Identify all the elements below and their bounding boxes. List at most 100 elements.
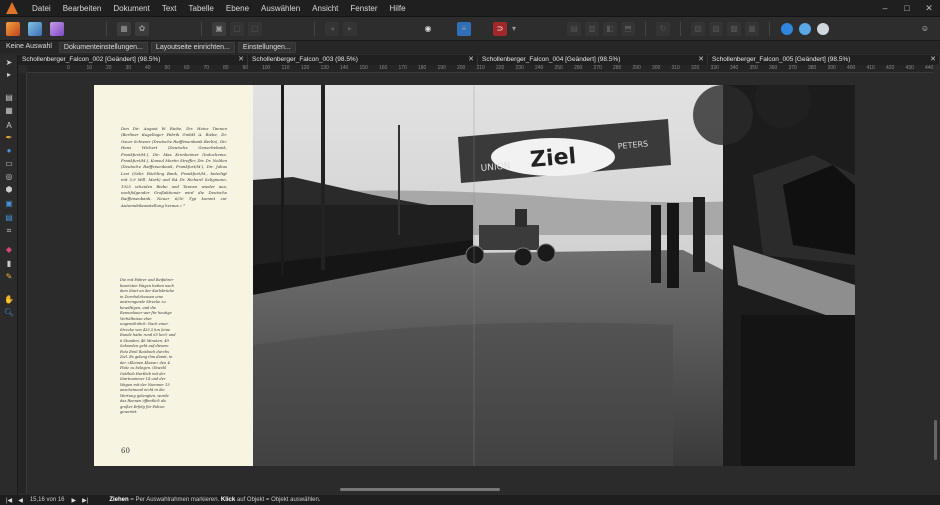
fill-tool-icon[interactable]: ◆ xyxy=(4,245,14,254)
close-icon[interactable]: ✕ xyxy=(238,55,244,65)
menu-bearbeiten[interactable]: Bearbeiten xyxy=(57,4,108,13)
color-picker-tool-icon[interactable]: ✎ xyxy=(4,272,14,281)
master-page-icon[interactable]: ▦ xyxy=(117,21,131,36)
frame-text-tool-icon[interactable]: ▤ xyxy=(4,93,14,102)
move-tool-icon[interactable]: ➤ xyxy=(4,58,14,67)
previous-page-button[interactable]: ◀ xyxy=(18,497,23,504)
boolean-int-icon[interactable]: ▩ xyxy=(727,21,741,36)
minimize-button[interactable]: – xyxy=(874,3,896,13)
ruler-label: 0 xyxy=(67,65,70,71)
vertical-ruler[interactable] xyxy=(18,73,27,493)
stroke-panel-icon[interactable] xyxy=(799,22,811,35)
insert-image-icon[interactable]: ▣ xyxy=(212,21,226,36)
maximize-button[interactable]: □ xyxy=(896,3,918,13)
menu-tabelle[interactable]: Tabelle xyxy=(183,4,220,13)
align-left-icon[interactable]: ▢ xyxy=(230,21,244,36)
page-indicator[interactable]: 15,16 von 16 xyxy=(30,497,65,503)
tab-title: Schollenberger_Falcon_005 [Geändert] (98… xyxy=(712,56,851,63)
photo-persona-icon[interactable] xyxy=(28,21,42,36)
horizontal-scrollbar[interactable] xyxy=(340,488,500,491)
ruler-label: 220 xyxy=(496,65,505,71)
designer-persona-icon[interactable] xyxy=(50,21,64,36)
publisher-persona-icon[interactable] xyxy=(6,21,20,36)
menu-ebene[interactable]: Ebene xyxy=(220,4,255,13)
flip-h-icon[interactable]: ◧ xyxy=(603,21,617,36)
ruler-label: 50 xyxy=(164,65,171,71)
distribute-icon[interactable]: ▥ xyxy=(585,21,599,36)
tab-document-004[interactable]: Schollenberger_Falcon_004 [Geändert] (98… xyxy=(478,55,708,65)
selection-status: Keine Auswahl xyxy=(6,43,52,50)
pencil-tool-icon[interactable]: ● xyxy=(4,146,14,155)
menu-dokument[interactable]: Dokument xyxy=(107,4,155,13)
close-window-button[interactable]: ✕ xyxy=(918,3,940,14)
ruler-label: 360 xyxy=(769,65,778,71)
close-icon[interactable]: ✕ xyxy=(468,55,474,65)
tab-title: Schollenberger_Falcon_004 [Geändert] (98… xyxy=(482,56,621,63)
pen-tool-icon[interactable]: ✒ xyxy=(4,133,14,142)
hint-text-click: auf Objekt = Objekt auswählen. xyxy=(236,497,321,503)
ruler-label: 40 xyxy=(145,65,151,71)
swatches-icon[interactable] xyxy=(817,22,829,35)
text-frame-icon[interactable]: ≡ xyxy=(457,21,471,36)
vertical-scrollbar[interactable] xyxy=(934,420,937,460)
polygon-frame-tool-icon[interactable]: ⬢ xyxy=(4,185,14,194)
ruler-label: 270 xyxy=(593,65,602,71)
color-panel-icon[interactable] xyxy=(781,22,793,35)
table-tool-icon[interactable]: ▦ xyxy=(4,106,14,115)
last-page-button[interactable]: ▶| xyxy=(82,497,88,504)
hand-tool-icon[interactable]: ✋ xyxy=(4,295,14,304)
next-page-button[interactable]: ▶ xyxy=(72,497,77,504)
arrange-back-icon[interactable]: ◂ xyxy=(325,21,339,36)
align-right-icon[interactable]: ▢ xyxy=(248,21,262,36)
snapping-magnet-icon[interactable]: ⊃ xyxy=(493,21,507,36)
zoom-tool-icon[interactable]: 🔍︎ xyxy=(4,308,14,317)
ruler-label: 390 xyxy=(827,65,836,71)
ellipse-frame-tool-icon[interactable]: ◎ xyxy=(4,172,14,181)
menu-hilfe[interactable]: Hilfe xyxy=(384,4,412,13)
canvas[interactable]: Den Dir. August W. Riebe, Dir. Heinz Tan… xyxy=(27,73,933,493)
document-setup-button[interactable]: Dokumenteinstellungen... xyxy=(58,42,148,53)
artistic-text-tool-icon[interactable]: A xyxy=(4,121,14,130)
snapping-dropdown-icon[interactable]: ▾ xyxy=(511,22,517,36)
boolean-sub-icon[interactable]: ▨ xyxy=(709,21,723,36)
preferences-button[interactable]: Einstellungen... xyxy=(237,42,296,53)
tools-panel: ➤ ▸ ▤ ▦ A ✒ ● ▭ ◎ ⬢ ▣ ▤ ⌗ ◆ ▮ ✎ ✋ 🔍︎ xyxy=(0,55,18,495)
app-logo-icon xyxy=(6,2,18,14)
menu-auswaehlen[interactable]: Auswählen xyxy=(255,4,306,13)
race-photo-image: Ziel UNION PETERS xyxy=(253,85,855,466)
picture-frame-tool-icon[interactable]: ▣ xyxy=(4,199,14,208)
boolean-add-icon[interactable]: ▧ xyxy=(691,21,705,36)
menu-text[interactable]: Text xyxy=(156,4,183,13)
align-icon[interactable]: ▤ xyxy=(567,21,581,36)
close-icon[interactable]: ✕ xyxy=(698,55,704,65)
transparency-tool-icon[interactable]: ▮ xyxy=(4,259,14,268)
body-text-frame[interactable]: Den Dir. August W. Riebe, Dir. Heinz Tan… xyxy=(121,126,227,209)
arrange-forward-icon[interactable]: ▸ xyxy=(343,21,357,36)
ruler-label: 300 xyxy=(652,65,661,71)
crop-tool-icon[interactable]: ⌗ xyxy=(4,226,14,235)
preview-mode-icon[interactable]: ◉ xyxy=(421,21,435,36)
caption-text-frame[interactable]: Die mit Fahrer und Beifahrer besetzten W… xyxy=(120,278,176,416)
tab-document-003[interactable]: Schollenberger_Falcon_003 (98.5%) ✕ xyxy=(248,55,478,65)
left-page[interactable]: Den Dir. August W. Riebe, Dir. Heinz Tan… xyxy=(94,85,253,466)
horizontal-ruler[interactable]: 0 10 20 30 40 50 60 70 80 90 100 110 120 130 140 150 160… xyxy=(27,65,933,73)
menu-datei[interactable]: Datei xyxy=(26,4,57,13)
race-photo[interactable]: Ziel UNION PETERS xyxy=(253,85,855,466)
assets-icon[interactable]: ✿ xyxy=(135,21,149,36)
place-image-tool-icon[interactable]: ▤ xyxy=(4,213,14,222)
tab-document-005[interactable]: Schollenberger_Falcon_005 [Geändert] (98… xyxy=(708,55,940,65)
ruler-label: 190 xyxy=(437,65,446,71)
first-page-button[interactable]: |◀ xyxy=(6,497,12,504)
master-page-setup-button[interactable]: Layoutseite einrichten... xyxy=(150,42,235,53)
flip-v-icon[interactable]: ⬒ xyxy=(621,21,635,36)
rotate-icon[interactable]: ↻ xyxy=(656,21,670,36)
menu-fenster[interactable]: Fenster xyxy=(344,4,383,13)
tab-document-002[interactable]: Schollenberger_Falcon_002 [Geändert] (98… xyxy=(18,55,248,65)
menu-ansicht[interactable]: Ansicht xyxy=(306,4,344,13)
close-icon[interactable]: ✕ xyxy=(930,55,936,65)
rectangle-frame-tool-icon[interactable]: ▭ xyxy=(4,159,14,168)
user-account-icon[interactable]: ☺ xyxy=(918,22,932,36)
node-tool-icon[interactable]: ▸ xyxy=(4,70,14,79)
boolean-xor-icon[interactable]: ▦ xyxy=(745,21,759,36)
ruler-label: 160 xyxy=(379,65,388,71)
